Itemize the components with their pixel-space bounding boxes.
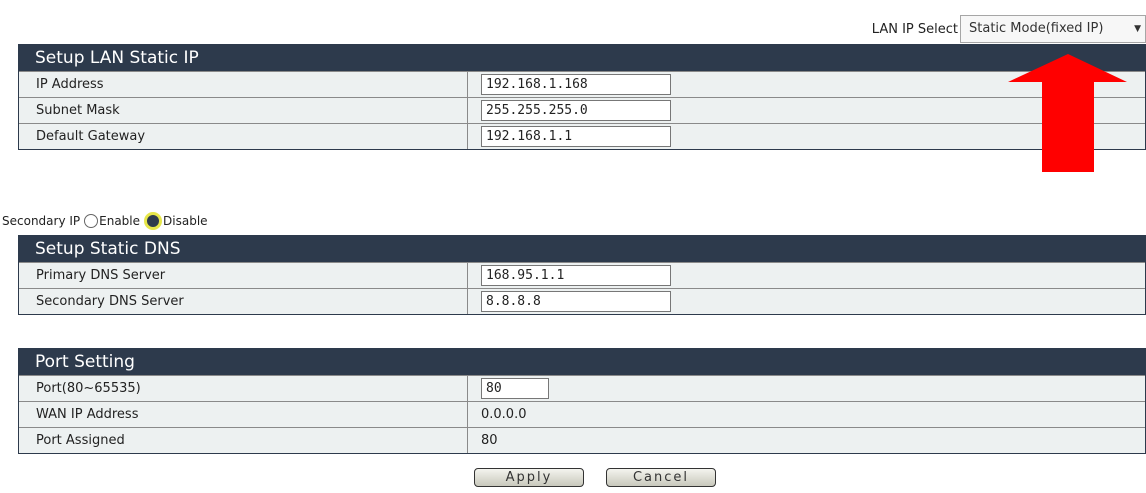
cancel-button[interactable]: Cancel: [606, 468, 716, 487]
dns-section: Setup Static DNS Primary DNS Server Seco…: [18, 235, 1146, 315]
dropdown-arrow-icon: ▼: [1134, 24, 1141, 34]
table-row: Subnet Mask: [19, 97, 1145, 123]
port-label: Port(80~65535): [19, 376, 468, 401]
table-row: Default Gateway: [19, 123, 1145, 149]
secondary-dns-cell: [468, 289, 1145, 314]
lan-ip-select-label: LAN IP Select: [871, 22, 958, 37]
table-row: WAN IP Address 0.0.0.0: [19, 401, 1145, 427]
secondary-dns-input[interactable]: [481, 291, 671, 312]
subnet-mask-input[interactable]: [481, 100, 671, 121]
default-gateway-label: Default Gateway: [19, 124, 468, 149]
lan-ip-select-dropdown[interactable]: Static Mode(fixed IP) ▼: [960, 15, 1146, 43]
subnet-mask-label: Subnet Mask: [19, 98, 468, 123]
ip-address-label: IP Address: [19, 72, 468, 97]
primary-dns-input[interactable]: [481, 265, 671, 286]
table-row: Port Assigned 80: [19, 427, 1145, 453]
table-row: IP Address: [19, 71, 1145, 97]
apply-button[interactable]: Apply: [474, 468, 584, 487]
port-assigned-label: Port Assigned: [19, 428, 468, 453]
lan-ip-select-value: Static Mode(fixed IP): [969, 21, 1104, 36]
secondary-ip-label: Secondary IP: [2, 214, 81, 228]
port-cell: [468, 376, 1145, 401]
primary-dns-label: Primary DNS Server: [19, 263, 468, 288]
table-row: Secondary DNS Server: [19, 288, 1145, 314]
lan-static-section: Setup LAN Static IP IP Address Subnet Ma…: [18, 44, 1146, 150]
secondary-ip-group: Secondary IP Enable Disable: [2, 210, 208, 232]
port-assigned-value: 80: [481, 433, 498, 448]
secondary-ip-disable-radio[interactable]: [144, 212, 163, 230]
section-title: Setup Static DNS: [19, 236, 1145, 262]
form-actions: Apply Cancel: [474, 468, 716, 487]
secondary-ip-disable-label[interactable]: Disable: [163, 214, 208, 228]
wan-ip-label: WAN IP Address: [19, 402, 468, 427]
section-title: Setup LAN Static IP: [19, 45, 1145, 71]
secondary-ip-enable-radio[interactable]: [84, 214, 99, 228]
primary-dns-cell: [468, 263, 1145, 288]
ip-address-input[interactable]: [481, 74, 671, 95]
wan-ip-value: 0.0.0.0: [481, 407, 527, 422]
table-row: Port(80~65535): [19, 375, 1145, 401]
secondary-ip-enable-label[interactable]: Enable: [99, 214, 140, 228]
lan-ip-select-row: LAN IP Select Static Mode(fixed IP) ▼: [18, 14, 1146, 44]
port-input[interactable]: [481, 378, 549, 399]
default-gateway-input[interactable]: [481, 126, 671, 147]
port-section: Port Setting Port(80~65535) WAN IP Addre…: [18, 348, 1146, 454]
table-row: Primary DNS Server: [19, 262, 1145, 288]
secondary-dns-label: Secondary DNS Server: [19, 289, 468, 314]
section-title: Port Setting: [19, 349, 1145, 375]
red-arrow-annotation-icon: [1008, 54, 1127, 172]
